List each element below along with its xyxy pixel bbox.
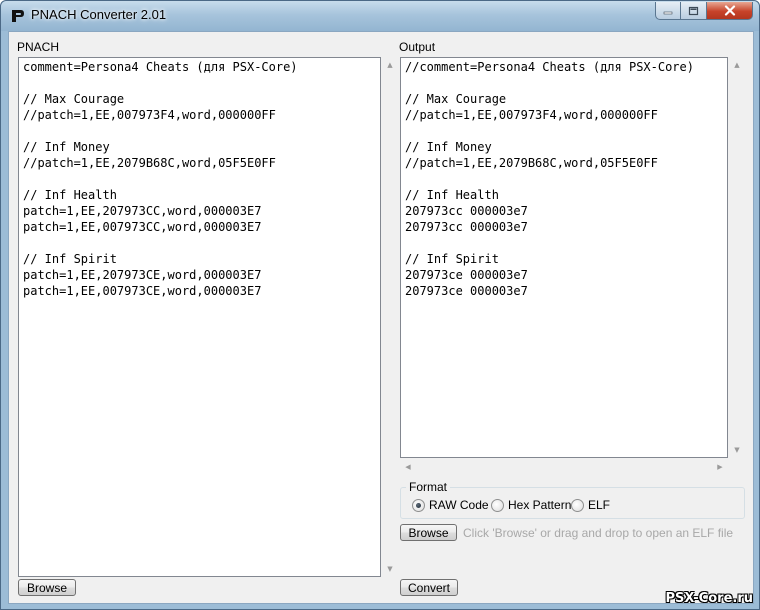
app-logo-icon <box>12 10 24 22</box>
radio-label: ELF <box>588 498 611 512</box>
scroll-down-arrow-icon[interactable]: ▼ <box>382 561 398 577</box>
output-horizontal-scrollbar[interactable]: ◀ ▶ <box>400 459 728 475</box>
radio-label: Hex Pattern <box>508 498 572 512</box>
output-textbox[interactable]: //comment=Persona4 Cheats (для PSX-Core)… <box>400 57 728 458</box>
maximize-button[interactable] <box>681 2 707 20</box>
pnach-label: PNACH <box>17 40 60 54</box>
scroll-down-arrow-icon[interactable]: ▼ <box>729 442 745 458</box>
output-text: //comment=Persona4 Cheats (для PSX-Core)… <box>405 60 694 298</box>
minimize-button[interactable] <box>655 2 681 20</box>
convert-button[interactable]: Convert <box>400 579 458 596</box>
window-title: PNACH Converter 2.01 <box>31 7 167 22</box>
pnach-browse-button[interactable]: Browse <box>18 579 76 596</box>
radio-unchecked-icon <box>491 498 504 512</box>
scroll-left-arrow-icon[interactable]: ◀ <box>400 459 416 475</box>
maximize-icon <box>688 6 699 15</box>
format-hex-pattern-radio[interactable]: Hex Pattern <box>491 498 571 512</box>
scroll-right-arrow-icon[interactable]: ▶ <box>712 459 728 475</box>
format-raw-code-radio[interactable]: RAW Code <box>412 498 489 512</box>
watermark: PSX-Core.ru <box>665 591 753 606</box>
scroll-up-arrow-icon[interactable]: ▲ <box>729 57 745 73</box>
radio-unchecked-icon <box>571 498 584 512</box>
output-vertical-scrollbar[interactable]: ▲ ▼ <box>729 57 745 458</box>
pnach-textbox[interactable]: comment=Persona4 Cheats (для PSX-Core) /… <box>18 57 381 577</box>
caption-buttons <box>655 2 753 21</box>
pnach-vertical-scrollbar[interactable]: ▲ ▼ <box>382 57 398 577</box>
minimize-icon <box>663 11 673 14</box>
close-icon <box>724 5 735 16</box>
format-elf-radio[interactable]: ELF <box>571 498 610 512</box>
elf-browse-button[interactable]: Browse <box>400 524 457 541</box>
title-bar[interactable]: PNACH Converter 2.01 <box>1 1 759 31</box>
format-legend: Format <box>406 480 451 494</box>
browse-hint-text: Click 'Browse' or drag and drop to open … <box>463 526 734 540</box>
pnach-text: comment=Persona4 Cheats (для PSX-Core) /… <box>23 60 298 298</box>
output-label: Output <box>399 40 436 54</box>
close-button[interactable] <box>707 2 753 20</box>
radio-label: RAW Code <box>429 498 489 512</box>
radio-checked-icon <box>412 498 425 512</box>
app-window: PNACH Converter 2.01 PNACH comment=Perso… <box>0 0 760 610</box>
scroll-up-arrow-icon[interactable]: ▲ <box>382 57 398 73</box>
client-area: PNACH comment=Persona4 Cheats (для PSX-C… <box>8 31 754 604</box>
